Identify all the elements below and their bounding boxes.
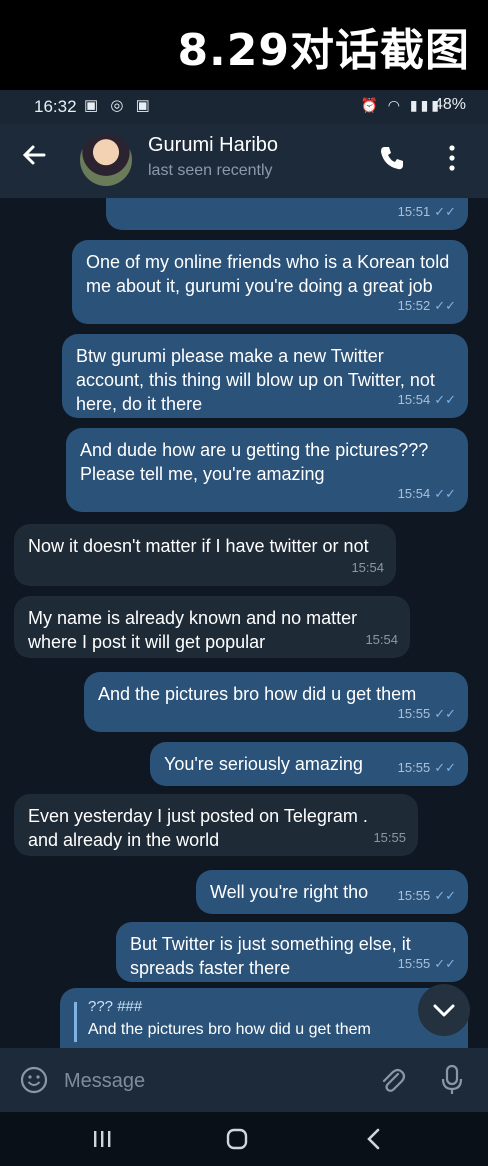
banner-title: 8.29对话截图	[177, 25, 470, 76]
chat-header: Gurumi Haribo last seen recently	[0, 124, 488, 198]
message-time: 15:54 ✓✓	[397, 486, 456, 501]
home-icon[interactable]	[226, 1128, 248, 1150]
recent-apps-icon[interactable]	[92, 1129, 112, 1149]
read-ticks-icon: ✓✓	[434, 888, 456, 903]
message-bubble[interactable]: And dude how are u getting the pictures?…	[66, 428, 468, 512]
read-ticks-icon: ✓✓	[434, 706, 456, 721]
emoji-icon[interactable]	[20, 1066, 48, 1094]
message-text: Well you're right tho	[210, 882, 369, 902]
signal-icons: ⏰ ◠ ▮▮▮	[360, 97, 442, 113]
message-time: 15:55 ✓✓	[397, 888, 456, 903]
message-text: Now it doesn't matter if I have twitter …	[28, 536, 369, 556]
message-time: 15:54	[351, 560, 384, 575]
read-ticks-icon: ✓✓	[434, 486, 456, 501]
message-text: And dude how are u getting the pictures?…	[80, 440, 429, 484]
read-ticks-icon: ✓✓	[434, 760, 456, 775]
message-bubble[interactable]: My name is already known and no matter w…	[14, 596, 410, 658]
message-time: 15:54	[365, 632, 398, 647]
reply-text: And the pictures bro how did u get them	[88, 1021, 371, 1038]
reply-sender: ??? ###	[88, 998, 143, 1015]
message-bubble[interactable]: But Twitter is just something else, it s…	[116, 922, 468, 982]
message-bubble[interactable]: 15:51 ✓✓	[106, 198, 468, 230]
message-bubble[interactable]: You're seriously amazing 15:55 ✓✓	[150, 742, 468, 786]
message-text: You're seriously amazing	[164, 754, 363, 774]
contact-last-seen: last seen recently	[148, 162, 273, 179]
message-text: But Twitter is just something else, it s…	[130, 934, 411, 978]
chat-history[interactable]: 15:51 ✓✓ One of my online friends who is …	[0, 198, 488, 1048]
message-text: Btw gurumi please make a new Twitter acc…	[76, 346, 435, 414]
reply-accent-bar	[74, 1002, 77, 1042]
phone-screen: 16:32 ▣ ◎ ▣ ⏰ ◠ ▮▮▮ 48% Gurumi Haribo la…	[0, 90, 488, 1166]
message-text: And the pictures bro how did u get them	[98, 684, 417, 704]
back-nav-icon[interactable]	[366, 1128, 382, 1150]
contact-name[interactable]: Gurumi Haribo	[148, 134, 278, 157]
message-text: My name is already known and no matter w…	[28, 608, 358, 652]
message-bubble[interactable]: One of my online friends who is a Korean…	[72, 240, 468, 324]
status-time: 16:32	[34, 97, 77, 116]
message-time: 15:54 ✓✓	[397, 392, 456, 407]
message-bubble[interactable]: Well you're right tho 15:55 ✓✓	[196, 870, 468, 914]
message-time: 15:55 ✓✓	[397, 956, 456, 971]
chevron-down-icon	[433, 1004, 455, 1017]
more-options-icon[interactable]	[446, 144, 458, 172]
system-navigation-bar	[0, 1112, 488, 1166]
back-arrow-icon[interactable]	[20, 140, 50, 170]
message-time: 15:55 ✓✓	[397, 760, 456, 775]
read-ticks-icon: ✓✓	[434, 956, 456, 971]
message-bubble[interactable]: Now it doesn't matter if I have twitter …	[14, 524, 396, 586]
message-text: One of my online friends who is a Korean…	[86, 252, 450, 296]
banner: 8.29对话截图	[0, 0, 488, 86]
message-time: 15:55	[373, 830, 406, 845]
read-ticks-icon: ✓✓	[434, 392, 456, 407]
avatar[interactable]	[80, 134, 132, 186]
message-time: 15:51 ✓✓	[397, 204, 456, 219]
phone-call-icon[interactable]	[378, 144, 406, 172]
message-bubble[interactable]: And the pictures bro how did u get them …	[84, 672, 468, 732]
status-bar: 16:32 ▣ ◎ ▣ ⏰ ◠ ▮▮▮ 48%	[0, 90, 488, 124]
message-bubble[interactable]: Even yesterday I just posted on Telegram…	[14, 794, 418, 856]
read-ticks-icon: ✓✓	[434, 298, 456, 313]
message-text: Even yesterday I just posted on Telegram…	[28, 806, 368, 850]
message-time: 15:55 ✓✓	[397, 706, 456, 721]
message-bubble[interactable]: Btw gurumi please make a new Twitter acc…	[62, 334, 468, 418]
battery-level: 48%	[433, 96, 466, 113]
microphone-icon[interactable]	[440, 1064, 464, 1096]
reply-preview[interactable]: ??? ### And the pictures bro how did u g…	[60, 988, 468, 1048]
message-composer	[0, 1048, 488, 1112]
message-time: 15:52 ✓✓	[397, 298, 456, 313]
read-ticks-icon: ✓✓	[434, 204, 456, 219]
message-input[interactable]	[62, 1062, 366, 1100]
scroll-down-button[interactable]	[418, 984, 470, 1036]
paperclip-icon[interactable]	[378, 1066, 406, 1094]
notification-icons: ▣ ◎ ▣	[84, 97, 154, 114]
